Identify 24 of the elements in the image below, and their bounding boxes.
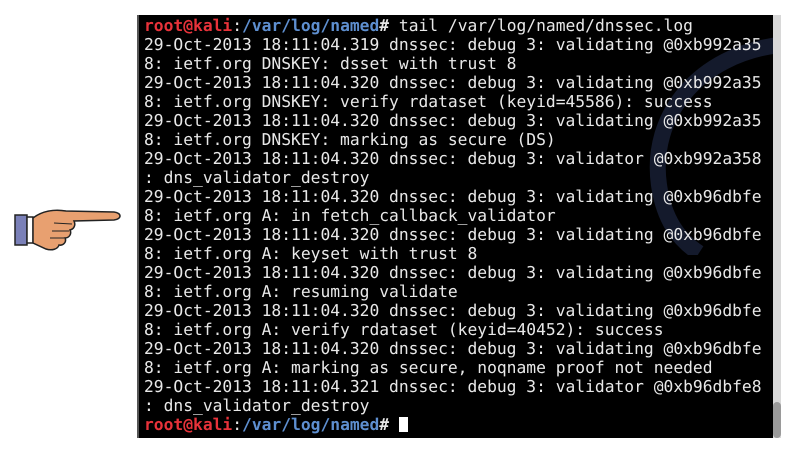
log-line: 8: ietf.org A: marking as secure, noqname proof not needed <box>144 358 713 377</box>
log-line: 8: ietf.org A: verify rdataset (keyid=40452): success <box>144 320 664 339</box>
log-line: 8: ietf.org A: in fetch_callback_validator <box>144 206 556 225</box>
command-text: tail /var/log/named/dnssec.log <box>398 16 693 35</box>
log-line: : dns_validator_destroy <box>144 168 370 187</box>
log-line: 29-Oct-2013 18:11:04.320 dnssec: debug 3: validating @0xb992a35 <box>144 111 762 130</box>
shell-prompt: root@kali:/var/log/named# <box>144 415 390 434</box>
log-line: 8: ietf.org A: resuming validate <box>144 282 458 301</box>
log-line: 29-Oct-2013 18:11:04.320 dnssec: debug 3: validator @0xb992a358 <box>144 149 762 168</box>
log-line: : dns_validator_destroy <box>144 396 370 415</box>
log-line: 29-Oct-2013 18:11:04.319 dnssec: debug 3: validating @0xb992a35 <box>144 35 762 54</box>
scrollbar-thumb[interactable] <box>773 402 781 438</box>
log-line: 29-Oct-2013 18:11:04.320 dnssec: debug 3: validating @0xb992a35 <box>144 73 762 92</box>
log-line: 29-Oct-2013 18:11:04.320 dnssec: debug 3: validating @0xb96dbfe <box>144 263 762 282</box>
log-line: 29-Oct-2013 18:11:04.321 dnssec: debug 3: validator @0xb96dbfe8 <box>144 377 762 396</box>
log-line: 8: ietf.org DNSKEY: verify rdataset (keyid=45586): success <box>144 92 713 111</box>
shell-prompt: root@kali:/var/log/named# <box>144 16 390 35</box>
log-line: 8: ietf.org DNSKEY: marking as secure (DS) <box>144 130 556 149</box>
log-line: 29-Oct-2013 18:11:04.320 dnssec: debug 3: validating @0xb96dbfe <box>144 225 762 244</box>
log-line: 29-Oct-2013 18:11:04.320 dnssec: debug 3: validating @0xb96dbfe <box>144 187 762 206</box>
log-line: 29-Oct-2013 18:11:04.320 dnssec: debug 3: validating @0xb96dbfe <box>144 339 762 358</box>
log-line: 8: ietf.org A: keyset with trust 8 <box>144 244 478 263</box>
log-line: 8: ietf.org DNSKEY: dsset with trust 8 <box>144 54 516 73</box>
log-line: 29-Oct-2013 18:11:04.320 dnssec: debug 3: validating @0xb96dbfe <box>144 301 762 320</box>
